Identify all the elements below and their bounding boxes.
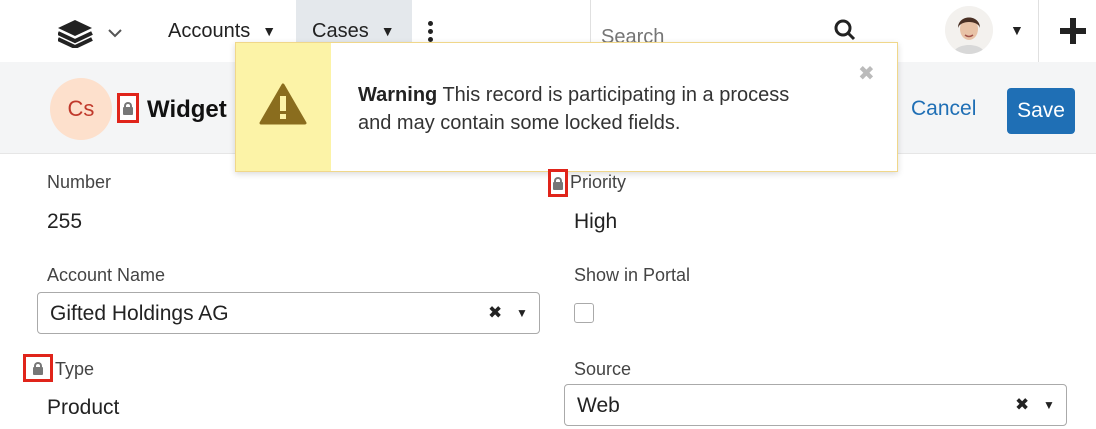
record-name: Widget (147, 96, 227, 123)
clear-icon[interactable]: ✖ (488, 303, 502, 323)
lock-icon (23, 354, 53, 382)
field-label-number: Number (47, 172, 112, 192)
cancel-button[interactable]: Cancel (911, 97, 976, 121)
warning-icon (259, 83, 307, 125)
source-select[interactable]: Web ✖ ▼ (564, 384, 1067, 426)
field-label-account-name: Account Name (47, 265, 166, 285)
alert-title: Warning (358, 84, 438, 106)
nav-tab-label: Cases (312, 19, 369, 42)
kebab-icon[interactable] (427, 21, 435, 43)
divider (1038, 0, 1039, 62)
caret-down-icon[interactable]: ▼ (1010, 22, 1024, 38)
plus-icon[interactable] (1060, 18, 1086, 44)
caret-down-icon[interactable]: ▼ (1043, 398, 1055, 412)
field-label-show-in-portal: Show in Portal (574, 265, 691, 285)
user-avatar-icon (945, 6, 993, 54)
field-value-priority: High (574, 210, 618, 233)
module-menu-button[interactable] (57, 18, 128, 50)
nav-tab-label: Accounts (168, 19, 251, 42)
account-name-select[interactable]: Gifted Holdings AG ✖ ▼ (37, 292, 540, 334)
alert-message: Warning This record is participating in … (358, 81, 818, 137)
caret-down-icon[interactable]: ▼ (262, 23, 276, 39)
clear-icon[interactable]: ✖ (1015, 395, 1029, 415)
alert-icon-panel (236, 43, 331, 171)
lock-icon (117, 93, 139, 123)
save-button[interactable]: Save (1007, 88, 1075, 134)
field-label-source: Source (574, 359, 632, 379)
lock-icon (548, 169, 568, 197)
close-icon[interactable]: ✖ (858, 61, 875, 86)
field-value-type: Product (47, 396, 120, 419)
account-name-value: Gifted Holdings AG (50, 302, 229, 325)
chevron-down-icon (108, 29, 122, 38)
field-value-number: 255 (47, 210, 83, 233)
caret-down-icon[interactable]: ▼ (381, 23, 395, 39)
field-label-priority: Priority (570, 172, 627, 192)
warning-alert: Warning This record is participating in … (235, 42, 898, 172)
layers-icon (57, 20, 122, 50)
source-value: Web (577, 394, 620, 417)
show-in-portal-checkbox[interactable] (574, 303, 594, 323)
module-icon: Cs (50, 78, 112, 140)
field-label-type: Type (55, 359, 95, 379)
caret-down-icon[interactable]: ▼ (516, 306, 528, 320)
search-icon[interactable] (833, 18, 857, 42)
avatar[interactable] (945, 6, 993, 54)
